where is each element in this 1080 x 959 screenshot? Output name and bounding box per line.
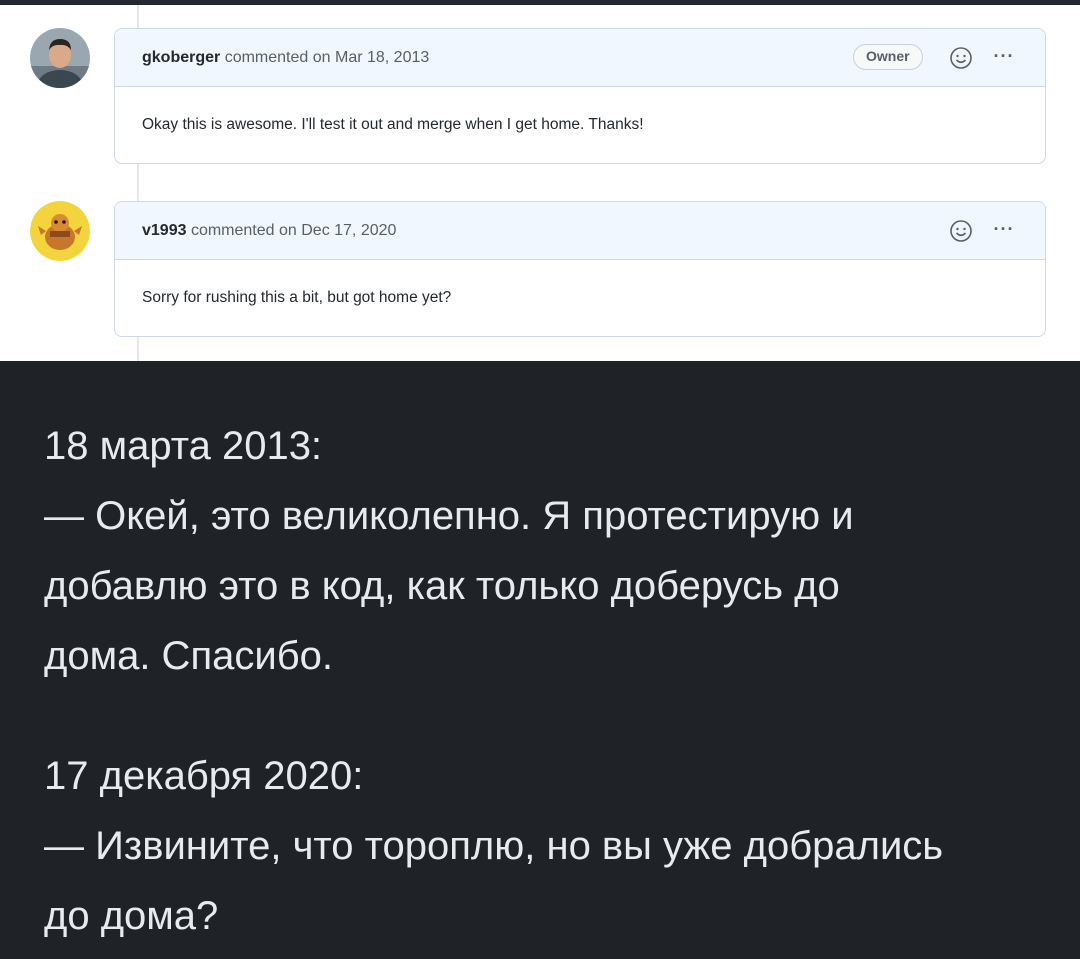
avatar-v1993[interactable] [30,201,90,261]
owner-badge: Owner [853,44,923,70]
translation-block-1: 18 марта 2013: — Окей, это великолепно. … [44,411,1044,691]
comment-meta: v1993 commented on Dec 17, 2020 [142,202,396,260]
smiley-icon[interactable] [949,46,973,70]
translation-line: до дома? [44,894,219,938]
comment-author[interactable]: v1993 [142,222,187,239]
comment-body: Okay this is awesome. I'll test it out a… [142,116,644,133]
comment-card: v1993 commented on Dec 17, 2020 ··· Sorr… [114,201,1046,337]
avatar-gkoberger[interactable] [30,28,90,88]
translation-date: 18 марта 2013: [44,424,323,468]
translation-line: — Окей, это великолепно. Я протестирую и [44,494,854,538]
translation-date: 17 декабря 2020: [44,754,364,798]
comment-date[interactable]: commented on Mar 18, 2013 [225,49,430,66]
kebab-horizontal-icon[interactable]: ··· [989,219,1019,243]
comment-author[interactable]: gkoberger [142,49,220,66]
smiley-icon[interactable] [949,219,973,243]
github-screenshot: gkoberger commented on Mar 18, 2013 Owne… [0,0,1080,361]
translation-block-2: 17 декабря 2020: — Извините, что тороплю… [44,741,1044,951]
top-bar [0,0,1080,5]
translation-section: 18 марта 2013: — Окей, это великолепно. … [0,361,1080,959]
translation-line: — Извините, что тороплю, но вы уже добра… [44,824,944,868]
comment-header: gkoberger commented on Mar 18, 2013 Owne… [115,29,1045,87]
kebab-horizontal-icon[interactable]: ··· [989,46,1019,70]
comment-meta: gkoberger commented on Mar 18, 2013 [142,29,429,87]
comment-date[interactable]: commented on Dec 17, 2020 [191,222,396,239]
comment-body: Sorry for rushing this a bit, but got ho… [142,289,452,306]
comment-card: gkoberger commented on Mar 18, 2013 Owne… [114,28,1046,164]
translation-line: дома. Спасибо. [44,634,333,678]
comment-header: v1993 commented on Dec 17, 2020 ··· [115,202,1045,260]
translation-line: добавлю это в код, как только доберусь д… [44,564,840,608]
